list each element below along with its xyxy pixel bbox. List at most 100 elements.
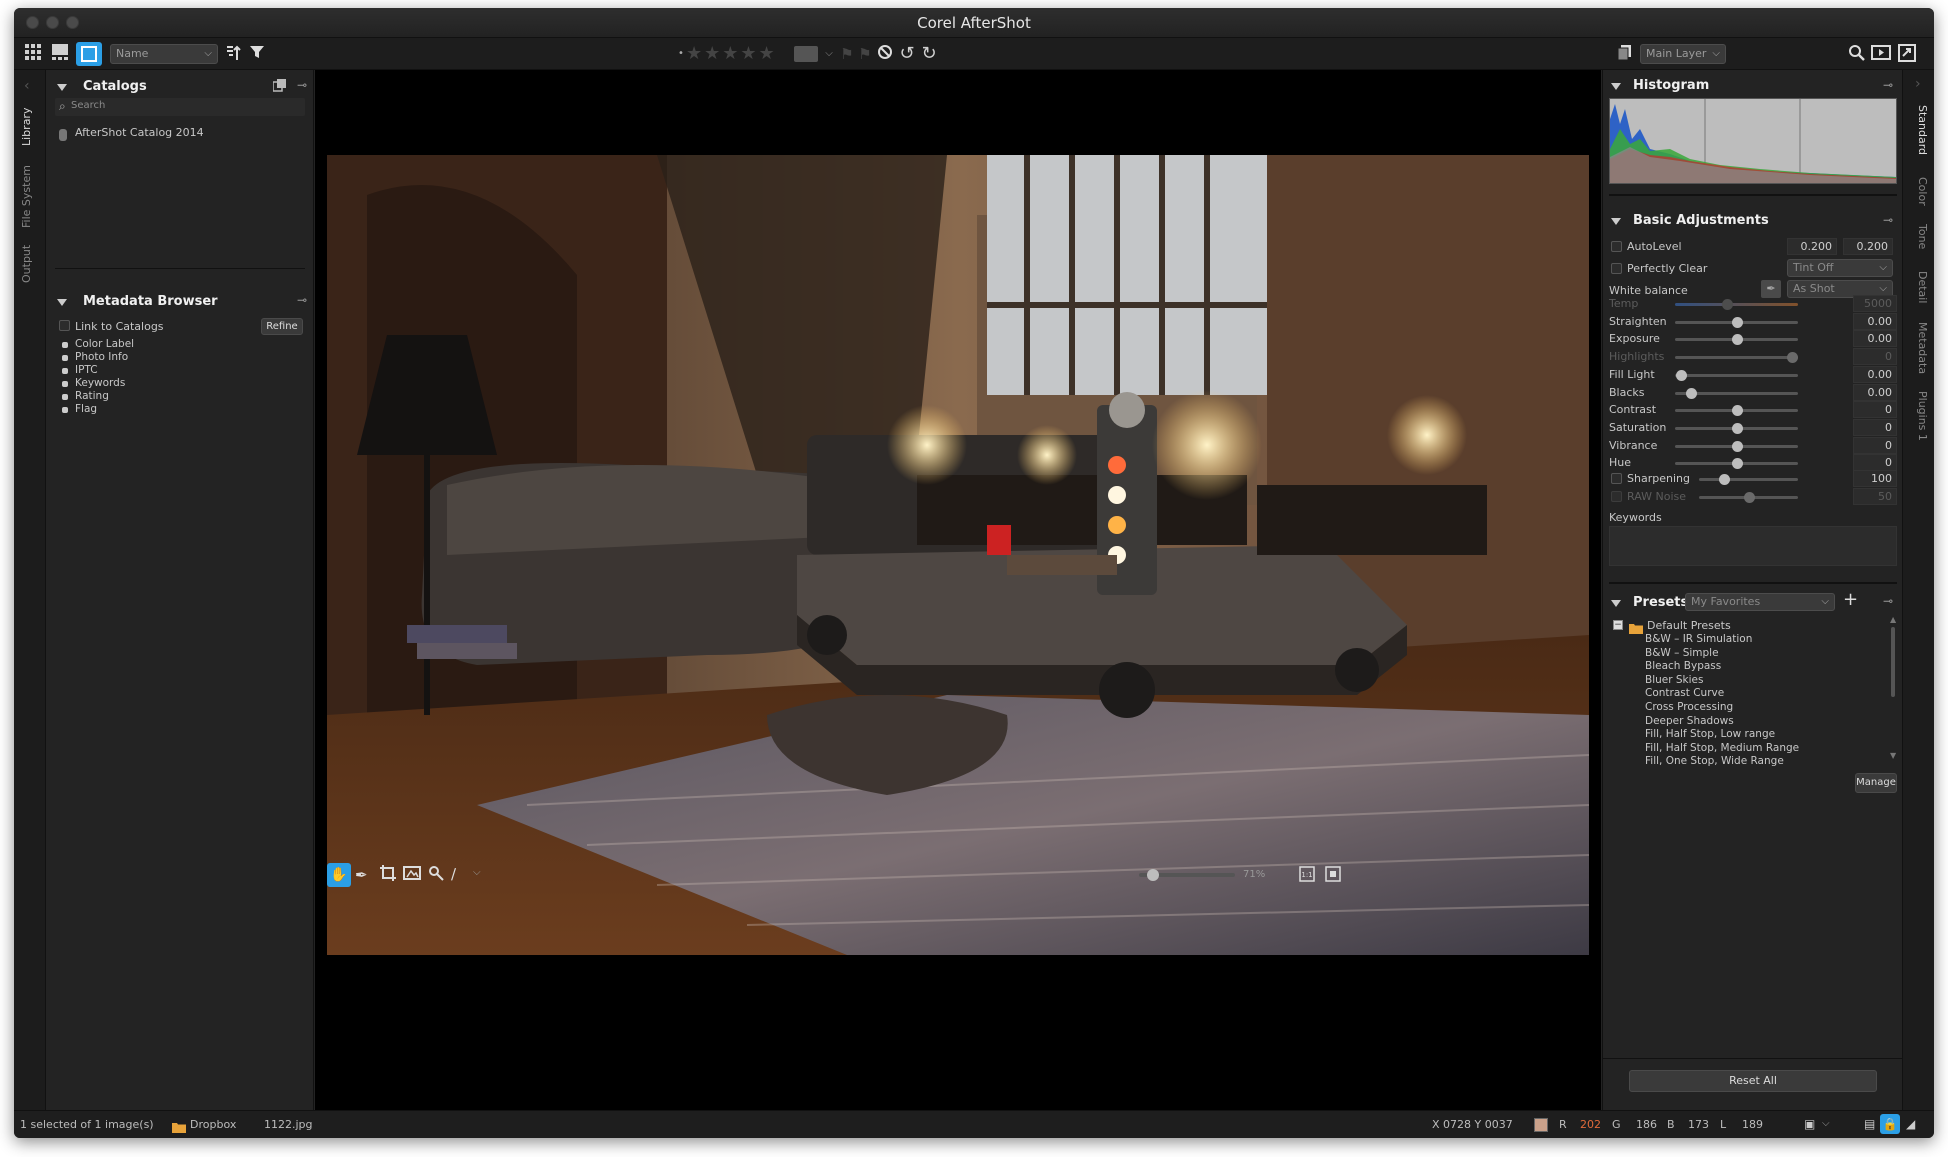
collapse-triangle-icon[interactable]	[57, 299, 67, 306]
single-view-icon[interactable]	[76, 42, 102, 66]
tab-file-system[interactable]: File System	[20, 164, 40, 230]
raw-noise-checkbox[interactable]	[1611, 491, 1622, 502]
link-to-catalogs-checkbox[interactable]	[59, 320, 70, 331]
filter-icon[interactable]	[246, 44, 268, 64]
tab-detail[interactable]: Detail	[1909, 268, 1929, 306]
sort-dropdown[interactable]: Name ⌵	[110, 44, 218, 64]
scroll-up-icon[interactable]: ▲	[1890, 615, 1896, 624]
collapse-triangle-icon[interactable]	[1611, 83, 1621, 90]
tab-metadata[interactable]: Metadata	[1909, 320, 1929, 376]
sharpening-slider-knob[interactable]	[1718, 474, 1730, 485]
brush-tool-icon[interactable]: ∕	[451, 865, 456, 883]
preset-item[interactable]: Deeper Shadows	[1645, 715, 1734, 727]
slider-track[interactable]	[1675, 299, 1798, 310]
pin-icon[interactable]: ⊸	[1883, 213, 1893, 227]
tab-standard[interactable]: Standard	[1909, 100, 1929, 160]
zoom-slider-track[interactable]	[1139, 869, 1235, 881]
preset-folder-label[interactable]: Default Presets	[1647, 619, 1731, 632]
reject-flag-icon[interactable]: ⚑	[854, 44, 876, 64]
collapse-left-icon[interactable]: ‹	[24, 78, 30, 94]
metadata-expand-icon[interactable]	[62, 368, 68, 374]
pin-icon[interactable]: ⊸	[1883, 594, 1893, 608]
perfectly-clear-checkbox[interactable]	[1611, 263, 1622, 274]
slider-knob[interactable]	[1685, 387, 1697, 399]
preset-item[interactable]: Fill, One Stop, Wide Range	[1645, 755, 1784, 767]
straighten-tool-icon[interactable]	[403, 865, 421, 885]
sharpening-value[interactable]: 100	[1853, 470, 1897, 487]
scroll-down-icon[interactable]: ▼	[1890, 751, 1896, 760]
search-icon[interactable]	[1846, 44, 1868, 64]
hand-tool-icon[interactable]: ✋	[327, 863, 351, 887]
layer-dropdown[interactable]: Main Layer ⌵	[1640, 44, 1726, 64]
collapse-triangle-icon[interactable]	[1611, 218, 1621, 225]
new-catalog-icon[interactable]	[272, 79, 287, 96]
slider-track[interactable]	[1675, 316, 1798, 328]
fullscreen-icon[interactable]	[1896, 44, 1918, 64]
slider-value[interactable]: 0	[1853, 454, 1897, 472]
preset-item[interactable]: Fill, Half Stop, Medium Range	[1645, 742, 1799, 754]
rotate-panel-icon[interactable]: ◢	[1906, 1117, 1915, 1131]
presets-dropdown[interactable]: My Favorites ⌵	[1685, 593, 1835, 611]
slider-knob[interactable]	[1731, 422, 1743, 434]
pin-icon[interactable]: ⊸	[297, 293, 307, 307]
add-preset-icon[interactable]: +	[1843, 589, 1858, 610]
slider-knob[interactable]	[1731, 458, 1743, 470]
slider-track[interactable]	[1675, 405, 1798, 417]
collapse-right-icon[interactable]: ›	[1915, 76, 1921, 92]
rotate-right-icon[interactable]: ↻	[918, 44, 940, 64]
tab-library[interactable]: Library	[20, 104, 40, 150]
slider-track[interactable]	[1675, 440, 1798, 452]
autolevel-checkbox[interactable]	[1611, 241, 1622, 252]
eyedropper-tool-icon[interactable]: ✒	[355, 866, 368, 884]
collapse-folder-icon[interactable]: −	[1613, 620, 1623, 630]
clear-rating-icon[interactable]	[874, 44, 896, 64]
slider-knob[interactable]	[1721, 299, 1733, 310]
slider-knob[interactable]	[1731, 440, 1743, 452]
slider-value[interactable]: 0.00	[1853, 365, 1897, 383]
layers-icon[interactable]	[1614, 44, 1636, 64]
metadata-item[interactable]: Photo Info	[75, 351, 128, 363]
slider-value[interactable]: 0.00	[1853, 330, 1897, 348]
metadata-expand-icon[interactable]	[62, 407, 68, 413]
chevron-down-icon[interactable]: ⌵	[1822, 1118, 1830, 1129]
raw-noise-slider[interactable]	[1699, 492, 1798, 503]
preset-item[interactable]: Cross Processing	[1645, 701, 1733, 713]
metadata-item[interactable]: Color Label	[75, 338, 134, 350]
actual-size-icon[interactable]: 1:1	[1299, 866, 1315, 886]
slider-track[interactable]	[1675, 422, 1798, 434]
autolevel-clip-low-input[interactable]: 0.200	[1787, 238, 1837, 255]
slider-track[interactable]	[1675, 334, 1798, 346]
slider-track[interactable]	[1675, 458, 1798, 470]
slider-knob[interactable]	[1731, 405, 1743, 417]
color-management-icon[interactable]: ▣	[1804, 1117, 1815, 1131]
slider-track[interactable]	[1675, 352, 1798, 364]
redeye-tool-icon[interactable]	[427, 865, 445, 885]
star-rating-icon[interactable]: ★★★★★	[686, 44, 786, 64]
tab-tone[interactable]: Tone	[1909, 220, 1929, 254]
color-label-swatch[interactable]	[794, 46, 818, 62]
main-photo[interactable]	[327, 155, 1589, 955]
scroll-thumb[interactable]	[1891, 627, 1895, 697]
filmstrip-view-icon[interactable]	[49, 44, 71, 64]
presets-scrollbar[interactable]: ▲ ▼	[1889, 615, 1897, 763]
crop-tool-icon[interactable]	[379, 864, 397, 886]
current-folder[interactable]: Dropbox	[190, 1118, 236, 1131]
keywords-input[interactable]	[1609, 526, 1897, 566]
slider-value[interactable]: 5000	[1853, 295, 1897, 312]
slider-knob[interactable]	[1676, 369, 1688, 381]
slider-value[interactable]: 0	[1853, 348, 1897, 366]
sharpening-checkbox[interactable]	[1611, 473, 1622, 484]
preset-item[interactable]: B&W – Simple	[1645, 647, 1719, 659]
preset-item[interactable]: Fill, Half Stop, Low range	[1645, 728, 1775, 740]
pin-icon[interactable]: ⊸	[1883, 78, 1893, 92]
slider-value[interactable]: 0	[1853, 418, 1897, 436]
metadata-item[interactable]: Flag	[75, 403, 97, 415]
metadata-expand-icon[interactable]	[62, 381, 68, 387]
tab-output[interactable]: Output	[20, 242, 40, 286]
manage-presets-button[interactable]: Manage	[1855, 773, 1897, 793]
preset-item[interactable]: Bluer Skies	[1645, 674, 1703, 686]
raw-noise-value[interactable]: 50	[1853, 488, 1897, 505]
slider-value[interactable]: 0	[1853, 436, 1897, 454]
autolevel-clip-high-input[interactable]: 0.200	[1843, 238, 1893, 255]
tint-dropdown[interactable]: Tint Off ⌵	[1787, 259, 1893, 277]
